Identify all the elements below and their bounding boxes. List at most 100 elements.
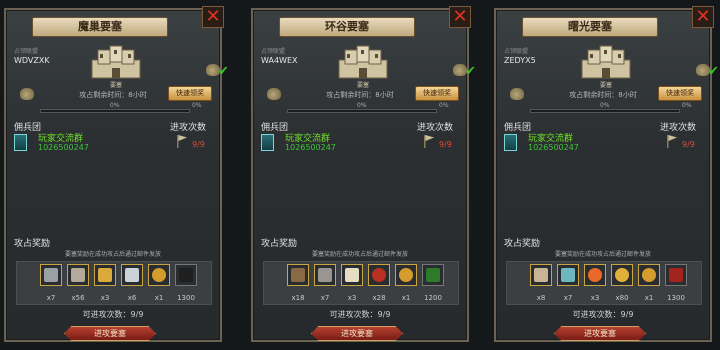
reward-item-count: x6: [127, 294, 137, 302]
merc-id: 1026500247: [38, 143, 89, 152]
reward-item[interactable]: [341, 264, 363, 286]
fast-claim-button[interactable]: 快速领奖: [168, 86, 212, 101]
panel-title: 环谷要塞: [279, 17, 415, 37]
reward-item-count: 1200: [424, 294, 442, 302]
fortress-panel: ✕ 曙光要塞 占领联盟 ZEDYX5 要塞 ✔ 攻占剩余时间：8小时 快速领奖 …: [494, 6, 719, 342]
silver-ingot-icon: [44, 268, 58, 282]
attack-fortress-button[interactable]: 进攻要塞: [311, 326, 403, 341]
reward-item[interactable]: [314, 264, 336, 286]
reward-item-count: x1: [401, 294, 411, 302]
merc-id: 1026500247: [528, 143, 579, 152]
capture-progress-bar: [287, 109, 437, 113]
owner-label: 占领联盟: [14, 48, 39, 55]
fortress-panel: ✕ 环谷要塞 占领联盟 WA4WEX 要塞 ✔ 攻占剩余时间：8小时 快速领奖 …: [251, 6, 476, 342]
stone-icon: [71, 268, 85, 282]
banner-icon: [179, 268, 193, 282]
gold-coin-icon: [642, 268, 656, 282]
reward-hint: 要塞奖励在成功攻占后通过邮件发放: [64, 251, 161, 258]
merc-section-title: 佣兵团: [504, 123, 532, 133]
progress-right-text: 0%: [192, 102, 202, 109]
fortress-caption: 要塞: [356, 82, 369, 89]
merc-attack-count: 9/9: [682, 140, 695, 149]
red-banner-icon: [669, 268, 683, 282]
close-icon[interactable]: ✕: [202, 6, 224, 28]
wood-log-icon: [291, 268, 305, 282]
reward-item[interactable]: [121, 264, 143, 286]
fast-claim-button[interactable]: 快速领奖: [658, 86, 702, 101]
merc-attack-count: 9/9: [439, 140, 452, 149]
reward-item[interactable]: [422, 264, 444, 286]
merc-emblem-icon: [504, 134, 517, 151]
reward-item-count: x7: [46, 294, 56, 302]
reward-item[interactable]: [175, 264, 197, 286]
fortress-caption: 要塞: [109, 82, 122, 89]
reward-item[interactable]: [94, 264, 116, 286]
close-icon[interactable]: ✕: [692, 6, 714, 28]
check-icon: ✔: [465, 64, 476, 79]
reward-item-count: x3: [590, 294, 600, 302]
reward-item-count: x56: [71, 294, 85, 302]
reward-item-count: x1: [154, 294, 164, 302]
reward-item[interactable]: [584, 264, 606, 286]
reward-item-count: x18: [291, 294, 305, 302]
reward-item-count: x80: [615, 294, 629, 302]
attack-fortress-button[interactable]: 进攻要塞: [64, 326, 156, 341]
progress-right-text: 0%: [682, 102, 692, 109]
fortress-icon: [338, 45, 388, 79]
fast-claim-button[interactable]: 快速领奖: [415, 86, 459, 101]
reward-item-count: x7: [563, 294, 573, 302]
reward-item[interactable]: [557, 264, 579, 286]
reward-item-count: x3: [347, 294, 357, 302]
owner-code: WA4WEX: [261, 56, 298, 65]
reward-item[interactable]: [40, 264, 62, 286]
merc-emblem-icon: [14, 134, 27, 151]
reward-item[interactable]: [368, 264, 390, 286]
merc-emblem-icon: [261, 134, 274, 151]
owner-code: WDVZXK: [14, 56, 50, 65]
merc-section-title: 佣兵团: [14, 123, 42, 133]
attack-count-label: 进攻次数: [660, 123, 697, 133]
fortress-icon: [581, 45, 631, 79]
crystal-icon: [125, 268, 139, 282]
fortress-panel: ✕ 魔巢要塞 占领联盟 WDVZXK 要塞 ✔ 攻占剩余时间：8小时 快速领奖 …: [4, 6, 229, 342]
check-icon: ✔: [218, 64, 229, 79]
attack-attempts: 可进攻次数：9/9: [329, 310, 391, 319]
reward-item-count: x8: [536, 294, 546, 302]
reward-item[interactable]: [638, 264, 660, 286]
flag-icon: [424, 135, 434, 148]
reward-item[interactable]: [665, 264, 687, 286]
fortress-caption: 要塞: [599, 82, 612, 89]
reward-item-count: 1300: [667, 294, 685, 302]
berries-icon: [372, 268, 386, 282]
capture-progress-bar: [530, 109, 680, 113]
panel-title: 曙光要塞: [522, 17, 658, 37]
flag-icon: [177, 135, 187, 148]
reward-item[interactable]: [611, 264, 633, 286]
progress-left-text: 0%: [600, 102, 610, 109]
reward-item[interactable]: [395, 264, 417, 286]
reward-section-title: 攻占奖励: [261, 239, 298, 249]
attack-count-label: 进攻次数: [170, 123, 207, 133]
capture-progress-bar: [40, 109, 190, 113]
attack-attempts: 可进攻次数：9/9: [82, 310, 144, 319]
horse-icon: [534, 268, 548, 282]
green-banner-icon: [426, 268, 440, 282]
cloth-roll-icon: [561, 268, 575, 282]
owner-label: 占领联盟: [261, 48, 286, 55]
reward-hint: 要塞奖励在成功攻占后通过邮件发放: [311, 251, 408, 258]
reward-item[interactable]: [67, 264, 89, 286]
flag-icon: [667, 135, 677, 148]
reward-item-count: x7: [320, 294, 330, 302]
reward-item[interactable]: [530, 264, 552, 286]
reward-item-count: x1: [644, 294, 654, 302]
reward-item[interactable]: [287, 264, 309, 286]
progress-left-text: 0%: [110, 102, 120, 109]
stone-icon: [318, 268, 332, 282]
close-icon[interactable]: ✕: [449, 6, 471, 28]
reward-item-count: x28: [372, 294, 386, 302]
attack-attempts: 可进攻次数：9/9: [572, 310, 634, 319]
attack-fortress-button[interactable]: 进攻要塞: [554, 326, 646, 341]
gold-bars-icon: [98, 268, 112, 282]
owner-code: ZEDYX5: [504, 56, 536, 65]
reward-item[interactable]: [148, 264, 170, 286]
